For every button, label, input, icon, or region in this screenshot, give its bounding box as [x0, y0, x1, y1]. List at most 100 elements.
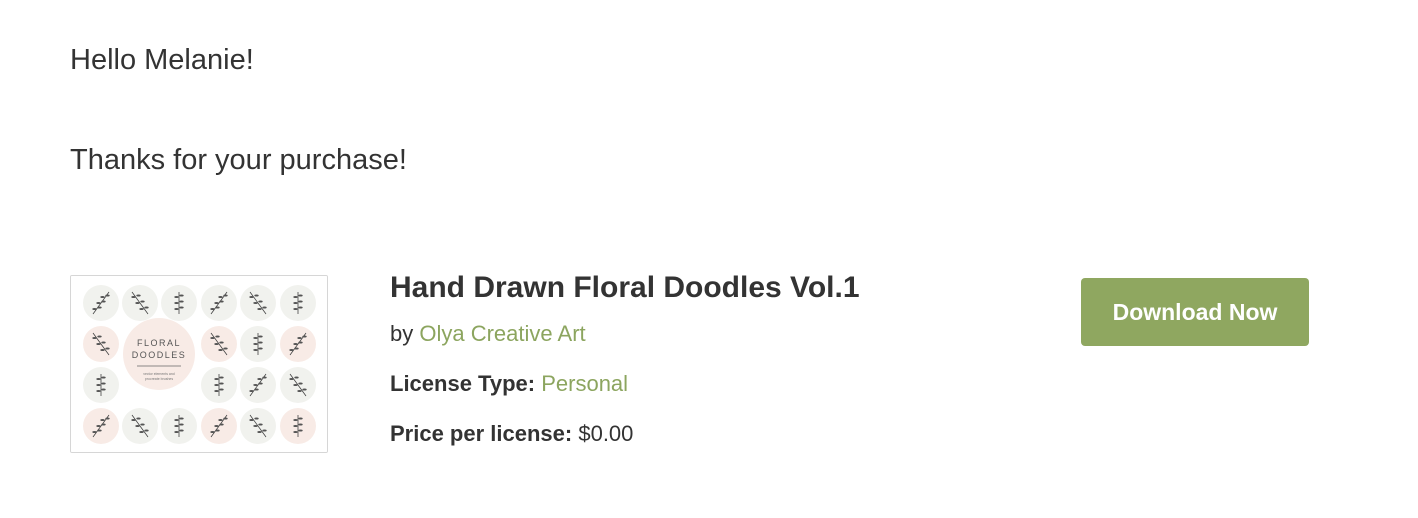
price-value: $0.00 [578, 421, 634, 446]
doodle-leaf [144, 306, 149, 309]
doodle-leaf [253, 425, 258, 427]
price-row: Price per license: $0.00 [390, 420, 1010, 448]
doodle-leaf [253, 337, 258, 339]
doodle-leaf [249, 419, 254, 421]
doodle-leaf [215, 335, 220, 338]
author-link[interactable]: Olya Creative Art [419, 321, 585, 346]
doodle-leaf [298, 423, 303, 426]
doodle-leaf [174, 419, 179, 421]
doodle-leaf [258, 341, 263, 344]
doodle-leaf [214, 302, 219, 304]
doodle-leaf [92, 308, 97, 310]
doodle-leaf [293, 425, 298, 427]
doodle-leaf [219, 423, 224, 426]
doodle-leaf [215, 306, 220, 309]
doodle-leaf [258, 300, 263, 303]
doodle-leaf [298, 429, 303, 432]
product-title[interactable]: Hand Drawn Floral Doodles Vol.1 [390, 268, 1010, 308]
doodle-leaf [293, 419, 298, 421]
doodle-leaf [174, 425, 179, 427]
doodle-leaf [262, 306, 267, 309]
doodle-leaf [219, 388, 224, 391]
doodle-leaf [257, 378, 262, 380]
doodle-leaf [179, 429, 184, 432]
doodle-leaf [214, 378, 219, 380]
doodle-leaf [258, 382, 263, 385]
doodle-leaf [140, 300, 145, 303]
price-label: Price per license: [390, 421, 573, 446]
doodle-leaf [253, 343, 258, 345]
thumb-title-line2: DOODLES [132, 350, 187, 360]
doodle-leaf [100, 296, 105, 298]
floral-doodles-image: FLORAL DOODLES vector elements and procr… [71, 276, 327, 452]
product-thumbnail[interactable]: FLORAL DOODLES vector elements and procr… [70, 275, 328, 453]
doodle-leaf [219, 382, 224, 385]
greeting-text: Hello Melanie! [70, 44, 254, 76]
doodle-leaf [254, 388, 259, 391]
doodle-leaf [135, 302, 140, 304]
doodle-leaf [219, 341, 224, 344]
doodle-leaf [293, 431, 298, 433]
license-label: License Type: [390, 371, 536, 396]
doodle-leaf [174, 296, 179, 298]
doodle-leaf [253, 349, 258, 351]
doodle-leaf [96, 378, 101, 380]
license-row: License Type: Personal [390, 370, 1010, 398]
by-prefix: by [390, 321, 414, 346]
doodle-leaf [258, 335, 263, 338]
doodle-leaf [215, 429, 220, 432]
doodle-leaf [258, 347, 263, 350]
doodle-leaf [179, 417, 184, 420]
doodle-leaf [210, 337, 215, 339]
doodle-leaf [298, 341, 303, 344]
thumb-subtitle-line2: procreate brushes [145, 377, 173, 381]
doodle-leaf [223, 417, 228, 420]
doodle-leaf [135, 425, 140, 427]
product-details: Hand Drawn Floral Doodles Vol.1 by Olya … [390, 268, 1010, 448]
doodle-leaf [96, 425, 101, 427]
license-link[interactable]: Personal [541, 371, 628, 396]
doodle-leaf [223, 294, 228, 297]
doodle-leaf [253, 302, 258, 304]
doodle-leaf [249, 390, 254, 392]
doodle-leaf [253, 384, 258, 386]
doodle-leaf [214, 425, 219, 427]
download-now-button[interactable]: Download Now [1081, 278, 1309, 346]
doodle-leaf [101, 388, 106, 391]
doodle-leaf [298, 382, 303, 385]
doodle-leaf [96, 390, 101, 392]
doodle-leaf [294, 347, 299, 350]
doodle-leaf [136, 294, 141, 297]
doodle-leaf [179, 300, 184, 303]
doodle-leaf [254, 294, 259, 297]
doodle-leaf [249, 296, 254, 298]
doodle-leaf [223, 347, 228, 350]
thanks-text: Thanks for your purchase! [70, 144, 407, 176]
doodle-leaf [293, 302, 298, 304]
doodle-leaf [293, 308, 298, 310]
doodle-leaf [105, 294, 110, 297]
doodle-leaf [136, 417, 141, 420]
doodle-leaf [179, 294, 184, 297]
doodle-leaf [298, 300, 303, 303]
doodle-leaf [131, 296, 136, 298]
doodle-leaf [254, 417, 259, 420]
doodle-leaf [101, 376, 106, 379]
doodle-leaf [218, 349, 223, 351]
thumb-title-line1: FLORAL [137, 338, 181, 348]
doodle-leaf [92, 337, 97, 339]
doodle-leaf [100, 349, 105, 351]
doodle-leaf [92, 431, 97, 433]
doodle-leaf [105, 417, 110, 420]
doodle-leaf [97, 306, 102, 309]
doodle-leaf [96, 343, 101, 345]
doodle-leaf [302, 388, 307, 391]
doodle-leaf [101, 341, 106, 344]
doodle-leaf [214, 343, 219, 345]
doodle-leaf [144, 429, 149, 432]
doodle-leaf [101, 300, 106, 303]
doodle-leaf [97, 335, 102, 338]
doodle-leaf [101, 382, 106, 385]
doodle-leaf [96, 302, 101, 304]
thumb-subtitle-line1: vector elements and [143, 372, 175, 376]
